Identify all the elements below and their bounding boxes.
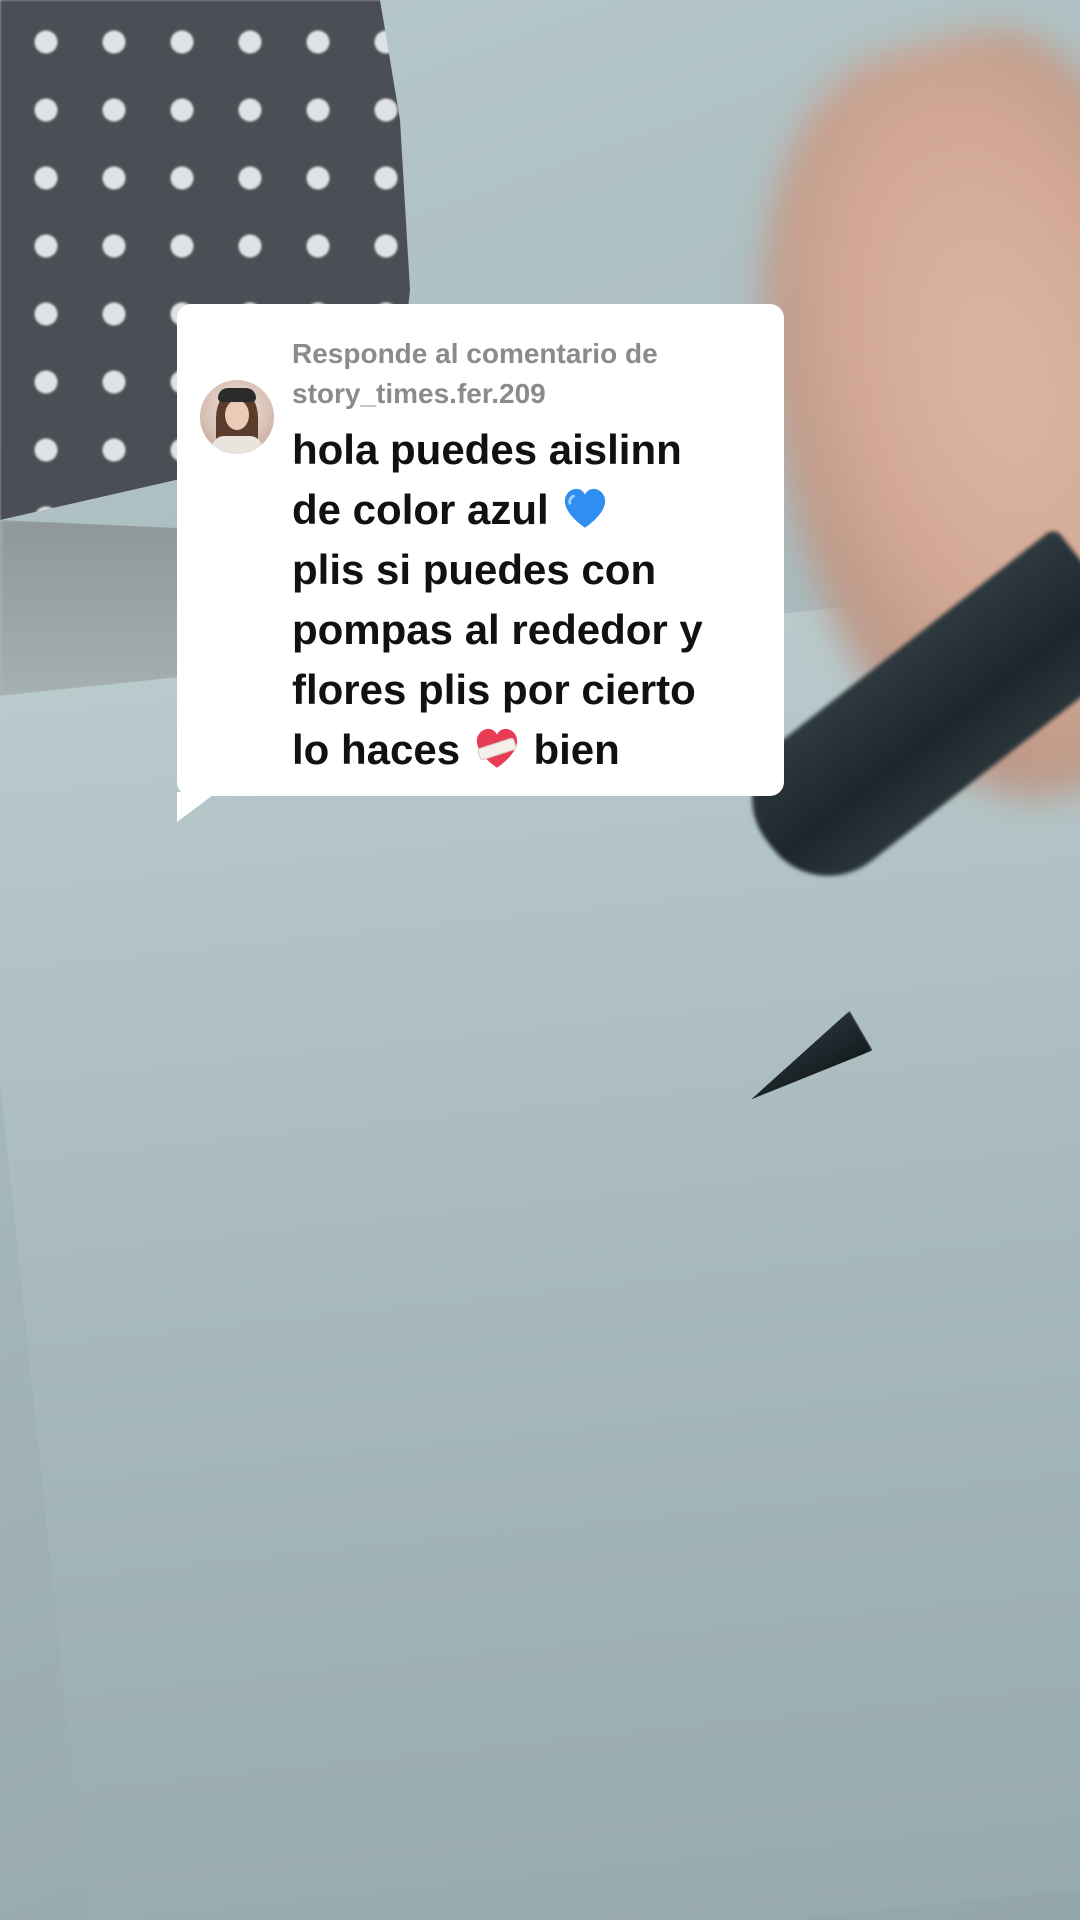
reply-header-prefix: Responde al comentario de [292,338,658,369]
avatar[interactable] [200,380,274,454]
reply-header: Responde al comentario de story_times.fe… [292,334,762,414]
blue-heart-icon [565,488,606,528]
comment-text: hola puedes aislinn de color azul plis s… [292,420,772,780]
mending-heart-icon [476,728,517,768]
comment-line-5: flores plis por cierto [292,666,696,713]
comment-line-1: hola puedes aislinn [292,426,682,473]
comment-line-4: pompas al rededor y [292,606,703,653]
avatar-cap [218,388,256,402]
reply-username[interactable]: story_times.fer.209 [292,374,762,414]
comment-line-2: de color azul [292,480,772,540]
video-frame: Responde al comentario de story_times.fe… [0,0,1080,1920]
comment-line-2-text: de color azul [292,486,549,533]
avatar-face [225,400,249,430]
comment-line-6-before: lo haces [292,726,461,773]
avatar-shirt [212,436,262,454]
comment-line-3: plis si puedes con [292,546,657,593]
comment-line-6-after: bien [533,726,620,773]
comment-line-6: lo haces bien [292,720,772,780]
